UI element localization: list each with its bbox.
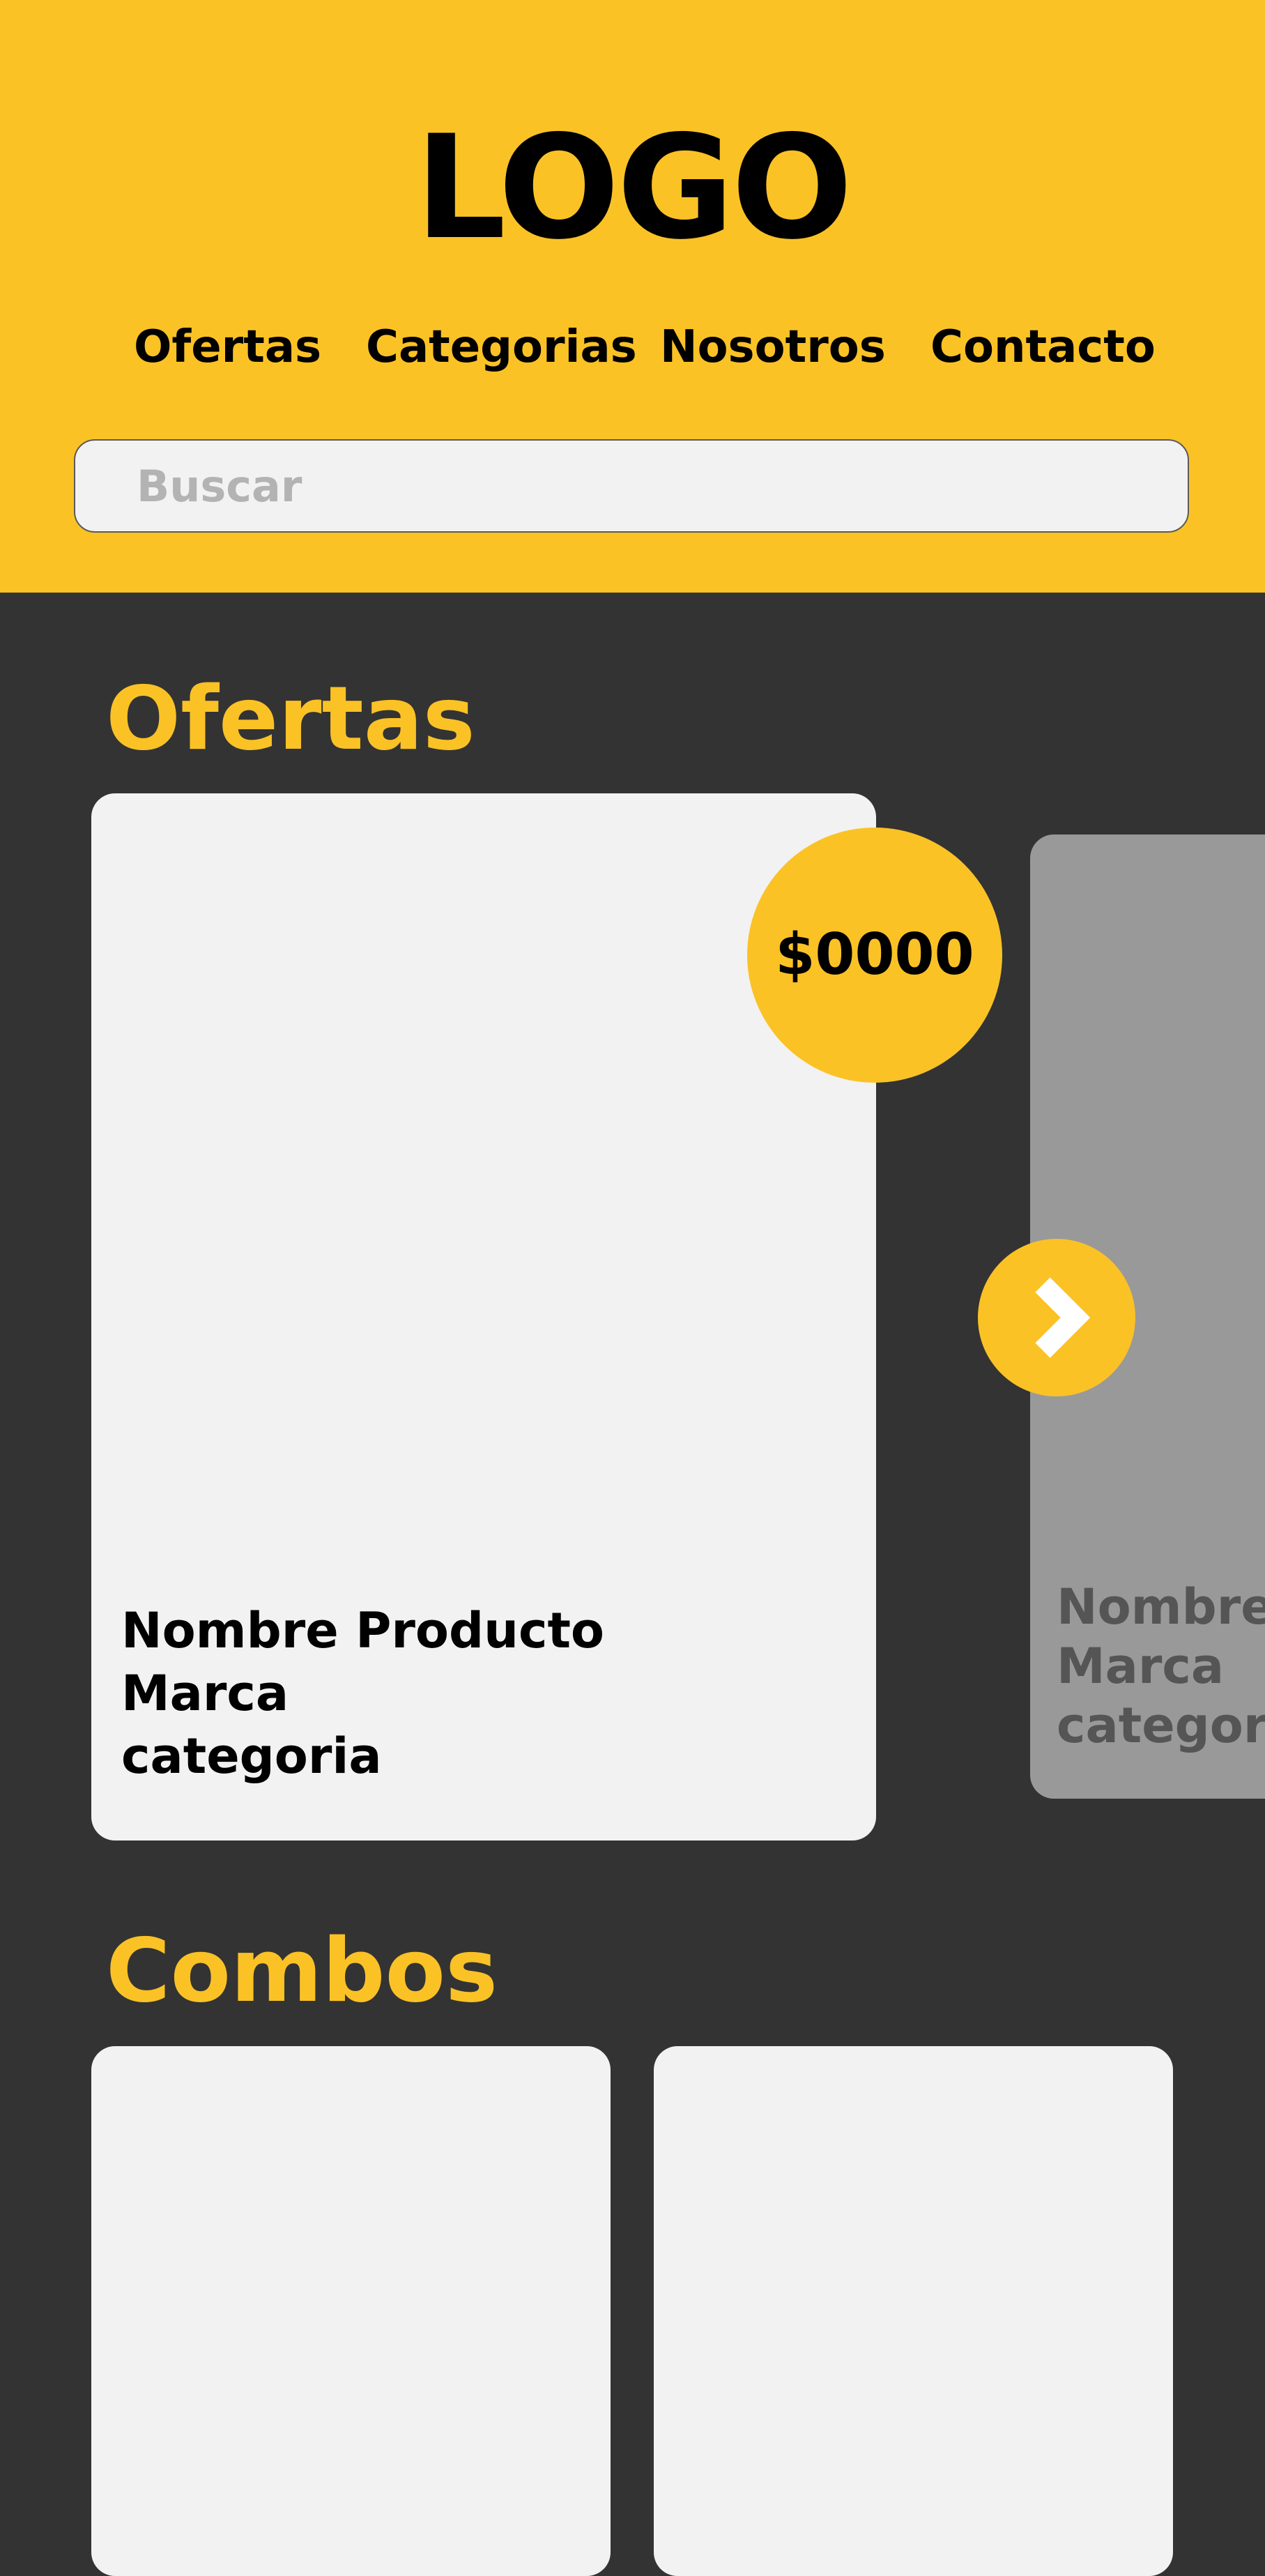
product-category: categoria <box>1057 1697 1265 1754</box>
price-label: $0000 <box>775 922 974 988</box>
product-brand: Marca <box>1057 1638 1225 1695</box>
search-placeholder: Buscar <box>137 461 302 512</box>
nav-item-contacto[interactable]: Contacto <box>930 319 1156 375</box>
price-badge: $0000 <box>747 828 1002 1083</box>
product-brand: Marca <box>121 1665 289 1722</box>
section-title-ofertas: Ofertas <box>106 667 475 770</box>
header: LOGO Ofertas Categorias Nosotros Contact… <box>0 0 1265 593</box>
product-name: Nombre Producto <box>1057 1578 1265 1636</box>
product-category: categoria <box>121 1728 382 1785</box>
combo-card[interactable] <box>654 2046 1173 2576</box>
product-name: Nombre Producto <box>121 1602 604 1659</box>
logo[interactable]: LOGO <box>0 105 1265 272</box>
nav-item-ofertas[interactable]: Ofertas <box>134 319 321 375</box>
nav-item-categorias[interactable]: Categorias <box>366 319 637 375</box>
search-input[interactable]: Buscar <box>74 439 1189 533</box>
nav-item-nosotros[interactable]: Nosotros <box>660 319 886 375</box>
chevron-right-icon <box>1035 1277 1091 1358</box>
section-title-combos: Combos <box>106 1919 498 2022</box>
combo-card[interactable] <box>91 2046 611 2576</box>
next-button[interactable] <box>978 1239 1135 1396</box>
